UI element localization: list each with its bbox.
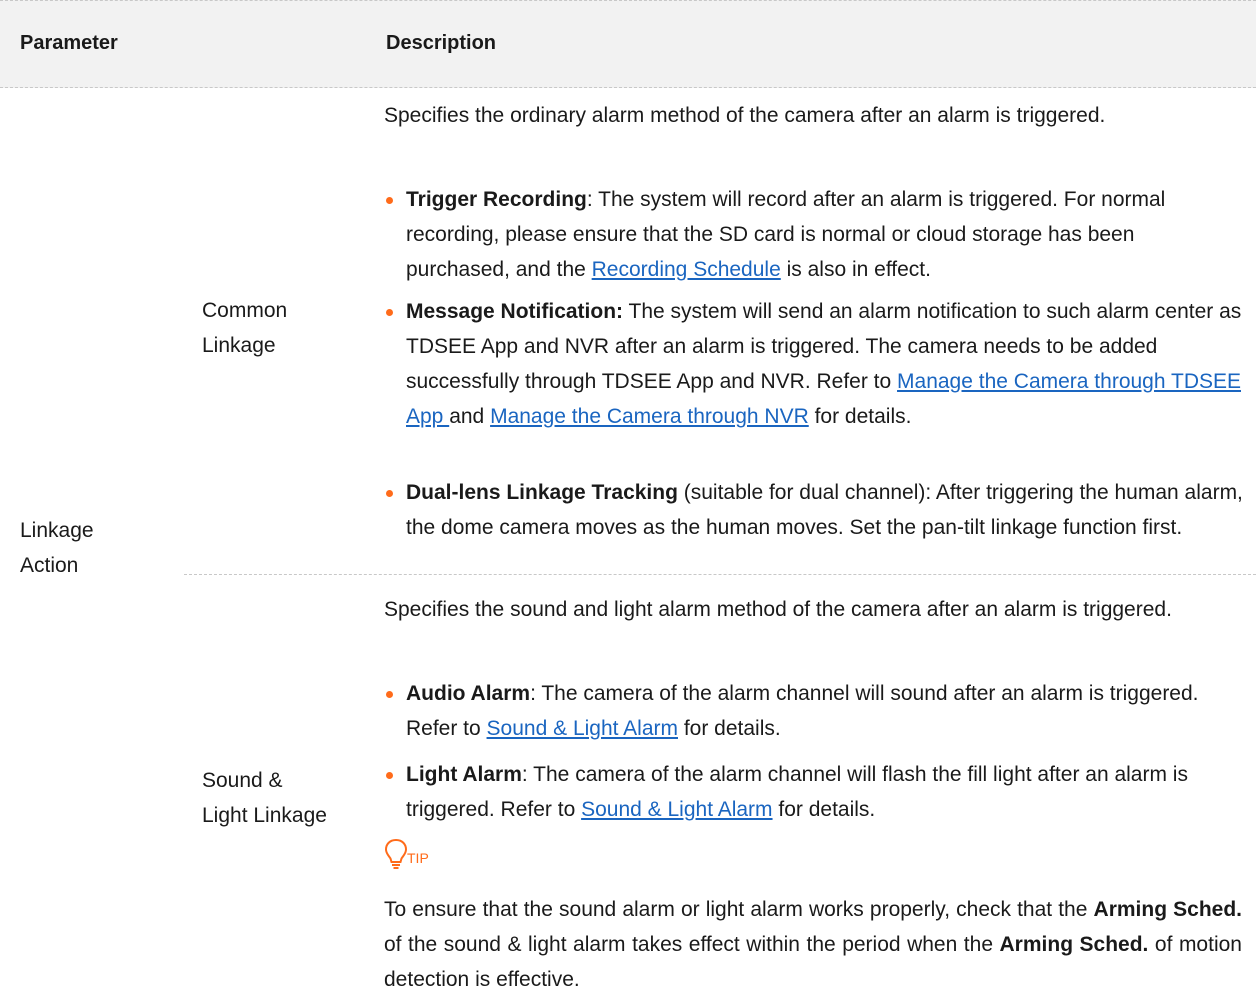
sub-parameter-sound-light-linkage: Sound & Light Linkage	[202, 769, 327, 827]
row-divider	[184, 574, 1256, 575]
parameter-name: Linkage Action	[20, 519, 94, 577]
lightbulb-icon	[384, 838, 408, 869]
sound-linkage-intro: Specifies the sound and light alarm meth…	[384, 598, 1172, 621]
table-header: Parameter Description	[0, 0, 1256, 88]
list-item: Trigger Recording: The system will recor…	[384, 182, 1244, 287]
recording-schedule-link[interactable]: Recording Schedule	[592, 258, 781, 281]
bullet-icon	[386, 197, 393, 204]
sound-light-alarm-link[interactable]: Sound & Light Alarm	[487, 717, 678, 740]
common-linkage-intro: Specifies the ordinary alarm method of t…	[384, 104, 1106, 127]
list-item: Message Notification: The system will se…	[384, 294, 1244, 434]
bullet-icon	[386, 309, 393, 316]
sound-light-alarm-link[interactable]: Sound & Light Alarm	[581, 798, 772, 821]
list-item: Audio Alarm: The camera of the alarm cha…	[384, 676, 1244, 746]
tip-label: TIP	[407, 850, 429, 866]
tip-block: TIP	[384, 838, 464, 872]
sub-parameter-common-linkage: Common Linkage	[202, 299, 288, 357]
bullet-icon	[386, 772, 393, 779]
bullet-icon	[386, 490, 393, 497]
list-item: Dual-lens Linkage Tracking (suitable for…	[384, 475, 1244, 545]
description-header: Description	[386, 32, 497, 54]
parameter-header: Parameter	[20, 32, 118, 54]
tip-text: To ensure that the sound alarm or light …	[384, 898, 1242, 991]
list-item: Light Alarm: The camera of the alarm cha…	[384, 757, 1244, 827]
bullet-icon	[386, 691, 393, 698]
manage-camera-nvr-link[interactable]: Manage the Camera through NVR	[490, 405, 809, 428]
